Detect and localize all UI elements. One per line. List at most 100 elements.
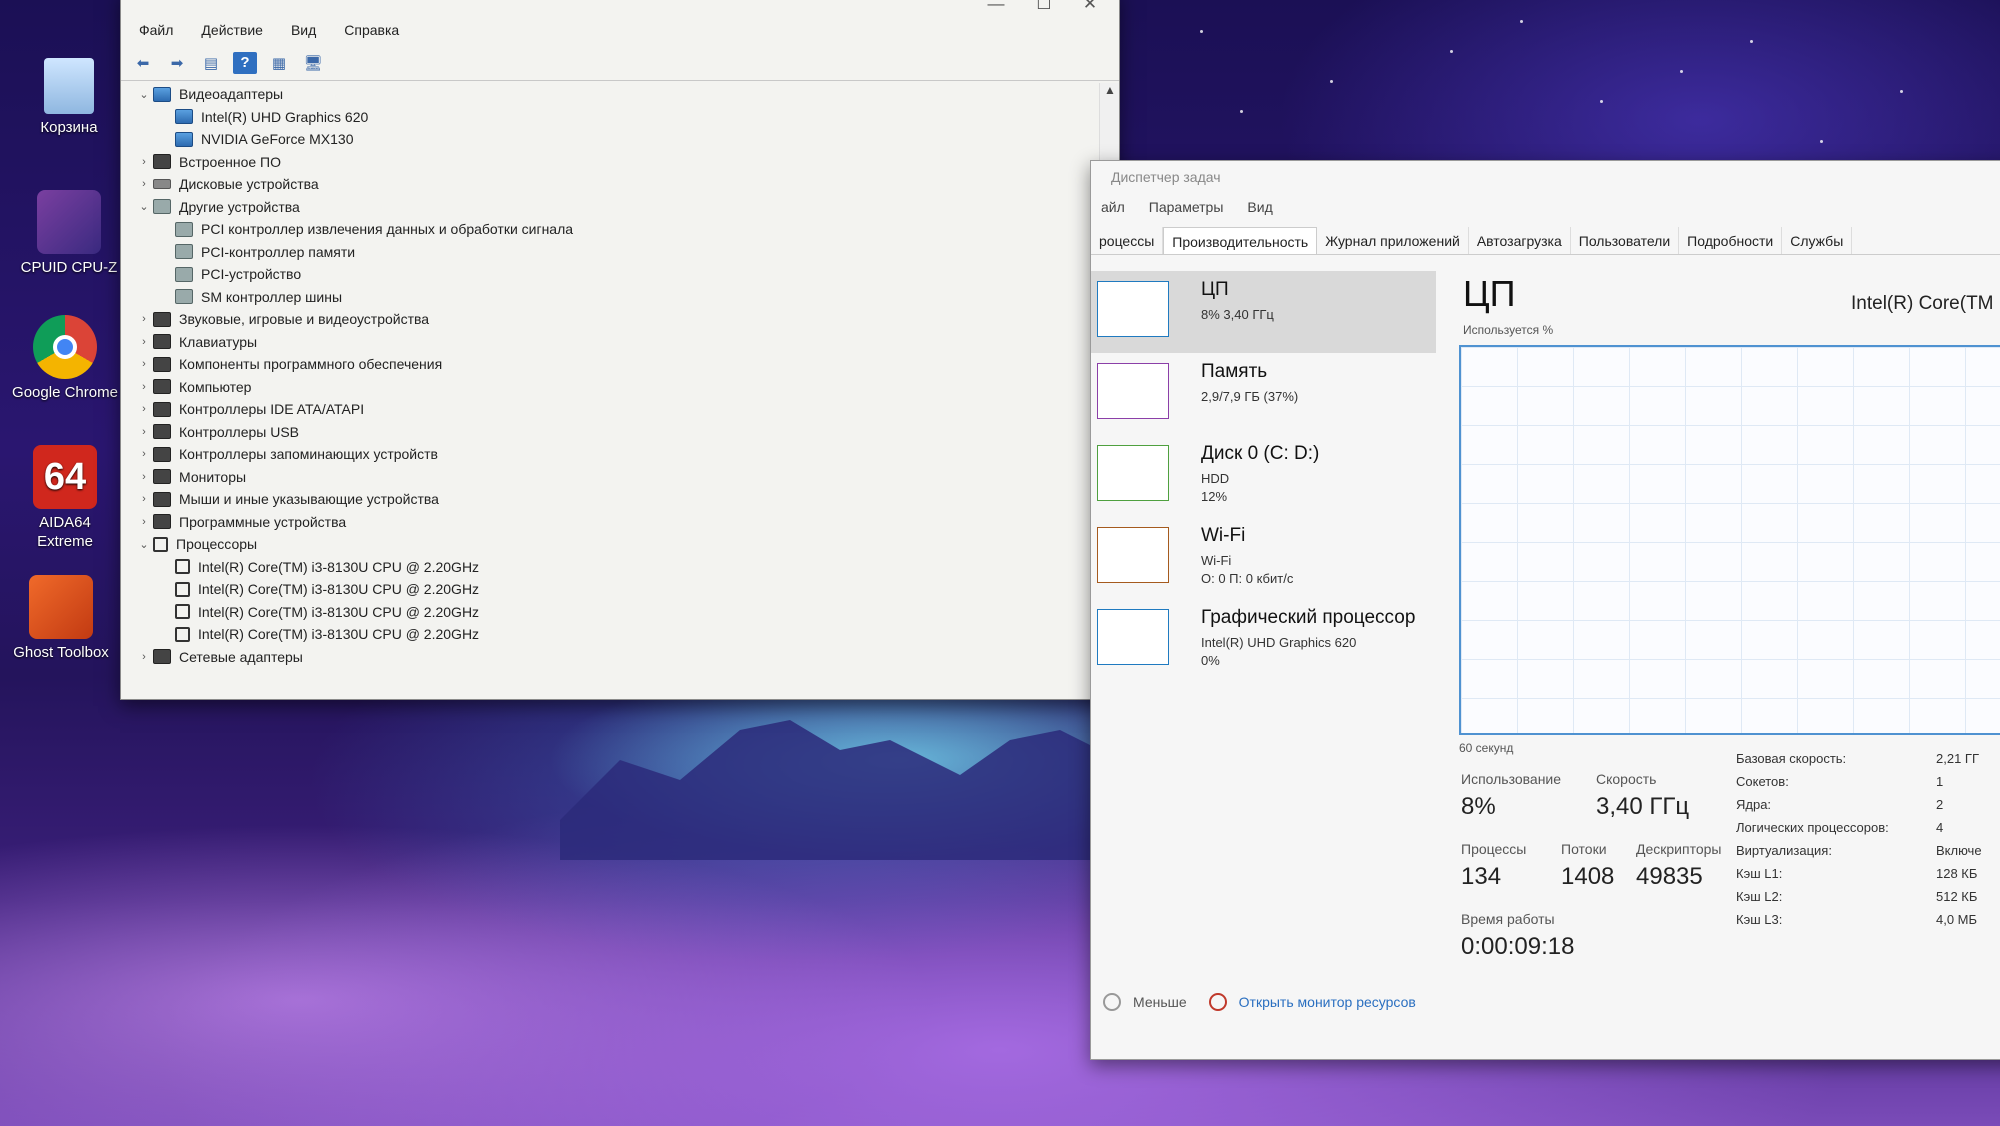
menu-view[interactable]: Вид	[1247, 199, 1272, 215]
tree-node-label: Мыши и иные указывающие устройства	[179, 491, 439, 508]
collapse-icon[interactable]	[1103, 993, 1121, 1011]
stat-label: Потоки	[1561, 841, 1607, 857]
menu-help[interactable]: Справка	[344, 22, 399, 38]
resource-item[interactable]: Диск 0 (C: D:) HDD 12%	[1091, 435, 1436, 517]
display-adapter-icon	[175, 131, 193, 147]
chevron-right-icon[interactable]: ›	[135, 313, 153, 325]
tree-node-label: Intel(R) Core(TM) i3-8130U CPU @ 2.20GHz	[198, 558, 480, 575]
tree-node[interactable]: PCI-контроллер памяти	[121, 241, 1099, 264]
desktop-icon-recycle-bin[interactable]: Корзина	[14, 58, 124, 137]
details-icon[interactable]: ▦	[267, 52, 291, 74]
spec-key: Кэш L2:	[1736, 889, 1783, 904]
chevron-right-icon[interactable]: ›	[135, 471, 153, 483]
desktop-icon-chrome[interactable]: Google Chrome	[10, 315, 120, 402]
tree-node-label: Intel(R) Core(TM) i3-8130U CPU @ 2.20GHz	[198, 581, 480, 598]
tree-node[interactable]: › Программные устройства	[121, 511, 1099, 534]
desktop-icon-label: Ghost Toolbox	[13, 644, 109, 661]
menu-action[interactable]: Действие	[201, 22, 263, 38]
menu-options[interactable]: Параметры	[1149, 199, 1224, 215]
tree-node[interactable]: › Клавиатуры	[121, 331, 1099, 354]
chevron-right-icon[interactable]: ›	[135, 178, 153, 190]
spec-value: 128 КБ	[1936, 866, 1978, 881]
tree-node[interactable]: Intel(R) UHD Graphics 620	[121, 106, 1099, 129]
tree-node[interactable]: › Дисковые устройства	[121, 173, 1099, 196]
resource-item[interactable]: Память 2,9/7,9 ГБ (37%)	[1091, 353, 1436, 435]
tab-details[interactable]: Подробности	[1679, 227, 1783, 254]
scroll-up-icon[interactable]: ▲	[1100, 83, 1120, 97]
tree-node[interactable]: SM контроллер шины	[121, 286, 1099, 309]
cpuz-icon	[37, 190, 101, 254]
sound-icon	[153, 311, 171, 327]
tree-node[interactable]: › Контроллеры IDE ATA/ATAPI	[121, 398, 1099, 421]
open-resource-monitor-link[interactable]: Открыть монитор ресурсов	[1239, 994, 1416, 1010]
menu-file[interactable]: айл	[1101, 199, 1125, 215]
tab-performance[interactable]: Производительность	[1163, 227, 1318, 254]
spec-row: Кэш L2: 512 КБ	[1736, 889, 1982, 912]
tree-node[interactable]: NVIDIA GeForce MX130	[121, 128, 1099, 151]
device-manager-titlebar[interactable]: — ☐ ✕	[121, 0, 1119, 15]
chevron-right-icon[interactable]: ›	[135, 156, 153, 168]
tab-users[interactable]: Пользователи	[1571, 227, 1680, 254]
chevron-right-icon[interactable]: ›	[135, 426, 153, 438]
tree-node[interactable]: › Контроллеры USB	[121, 421, 1099, 444]
tree-node[interactable]: › Контроллеры запоминающих устройств	[121, 443, 1099, 466]
mouse-icon	[153, 491, 171, 507]
tab-app-history[interactable]: Журнал приложений	[1317, 227, 1469, 254]
menu-view[interactable]: Вид	[291, 22, 316, 38]
tab-processes[interactable]: роцессы	[1091, 227, 1164, 254]
tab-services[interactable]: Службы	[1782, 227, 1853, 254]
menu-file[interactable]: Файл	[139, 22, 173, 38]
tree-node[interactable]: › Мониторы	[121, 466, 1099, 489]
chevron-right-icon[interactable]: ›	[135, 358, 153, 370]
desktop-icon-ghost-toolbox[interactable]: Ghost Toolbox	[6, 575, 116, 662]
chevron-right-icon[interactable]: ›	[135, 493, 153, 505]
tree-node[interactable]: › Мыши и иные указывающие устройства	[121, 488, 1099, 511]
tree-node[interactable]: PCI-устройство	[121, 263, 1099, 286]
scan-hardware-icon[interactable]: 🖥	[301, 52, 325, 74]
tree-node[interactable]: PCI контроллер извлечения данных и обраб…	[121, 218, 1099, 241]
tree-node[interactable]: Intel(R) Core(TM) i3-8130U CPU @ 2.20GHz	[121, 578, 1099, 601]
properties-icon[interactable]: ▤	[199, 52, 223, 74]
tree-node-label: Процессоры	[176, 536, 258, 553]
processor-icon	[175, 559, 190, 575]
chevron-right-icon[interactable]: ›	[135, 381, 153, 393]
desktop-icon-cpuz[interactable]: CPUID CPU-Z	[14, 190, 124, 277]
tree-node[interactable]: › Встроенное ПО	[121, 151, 1099, 174]
resource-item[interactable]: Графический процессор Intel(R) UHD Graphi…	[1091, 599, 1436, 681]
resource-item[interactable]: Wi-Fi Wi-Fi О: 0 П: 0 кбит/с	[1091, 517, 1436, 599]
display-adapter-icon	[153, 86, 171, 102]
chevron-down-icon[interactable]: ⌄	[135, 88, 153, 101]
tree-node[interactable]: Intel(R) Core(TM) i3-8130U CPU @ 2.20GHz	[121, 556, 1099, 579]
chevron-down-icon[interactable]: ⌄	[135, 200, 153, 213]
desktop-icon-aida64[interactable]: 64 AIDA64 Extreme	[10, 445, 120, 551]
resource-item[interactable]: ЦП 8% 3,40 ГГц	[1091, 271, 1436, 353]
tab-startup[interactable]: Автозагрузка	[1469, 227, 1571, 254]
tree-node[interactable]: Intel(R) Core(TM) i3-8130U CPU @ 2.20GHz	[121, 601, 1099, 624]
help-icon[interactable]: ?	[233, 51, 257, 74]
tree-node[interactable]: ⌄ Процессоры	[121, 533, 1099, 556]
tree-node[interactable]: ⌄ Видеоадаптеры	[121, 83, 1099, 106]
tree-node[interactable]: › Звуковые, игровые и видеоустройства	[121, 308, 1099, 331]
tree-node[interactable]: › Компоненты программного обеспечения	[121, 353, 1099, 376]
cpu-spec-table: Базовая скорость: 2,21 ГГ Сокетов: 1 Ядра: 2 Л…	[1736, 751, 1982, 935]
back-arrow-icon[interactable]: ⬅	[131, 52, 155, 74]
tree-node[interactable]: › Компьютер	[121, 376, 1099, 399]
resource-detail: 8% 3,40 ГГц	[1201, 307, 1274, 322]
fewer-details-link[interactable]: Меньше	[1133, 994, 1187, 1010]
resource-monitor-icon[interactable]	[1208, 993, 1227, 1011]
forward-arrow-icon[interactable]: ➡	[165, 52, 189, 74]
chevron-right-icon[interactable]: ›	[135, 651, 153, 663]
tree-node-label: Контроллеры USB	[179, 423, 299, 440]
chevron-right-icon[interactable]: ›	[135, 516, 153, 528]
tree-node-label: Контроллеры запоминающих устройств	[179, 446, 438, 463]
chevron-right-icon[interactable]: ›	[135, 403, 153, 415]
tree-node[interactable]: › Сетевые адаптеры	[121, 646, 1099, 669]
chevron-right-icon[interactable]: ›	[135, 448, 153, 460]
tree-node-label: Компьютер	[179, 378, 252, 395]
stat-value: 8%	[1461, 793, 1496, 820]
tree-node[interactable]: Intel(R) Core(TM) i3-8130U CPU @ 2.20GHz	[121, 623, 1099, 646]
tree-node[interactable]: ⌄ Другие устройства	[121, 196, 1099, 219]
chevron-right-icon[interactable]: ›	[135, 336, 153, 348]
chevron-down-icon[interactable]: ⌄	[135, 538, 153, 551]
disk-drive-icon	[153, 179, 171, 190]
